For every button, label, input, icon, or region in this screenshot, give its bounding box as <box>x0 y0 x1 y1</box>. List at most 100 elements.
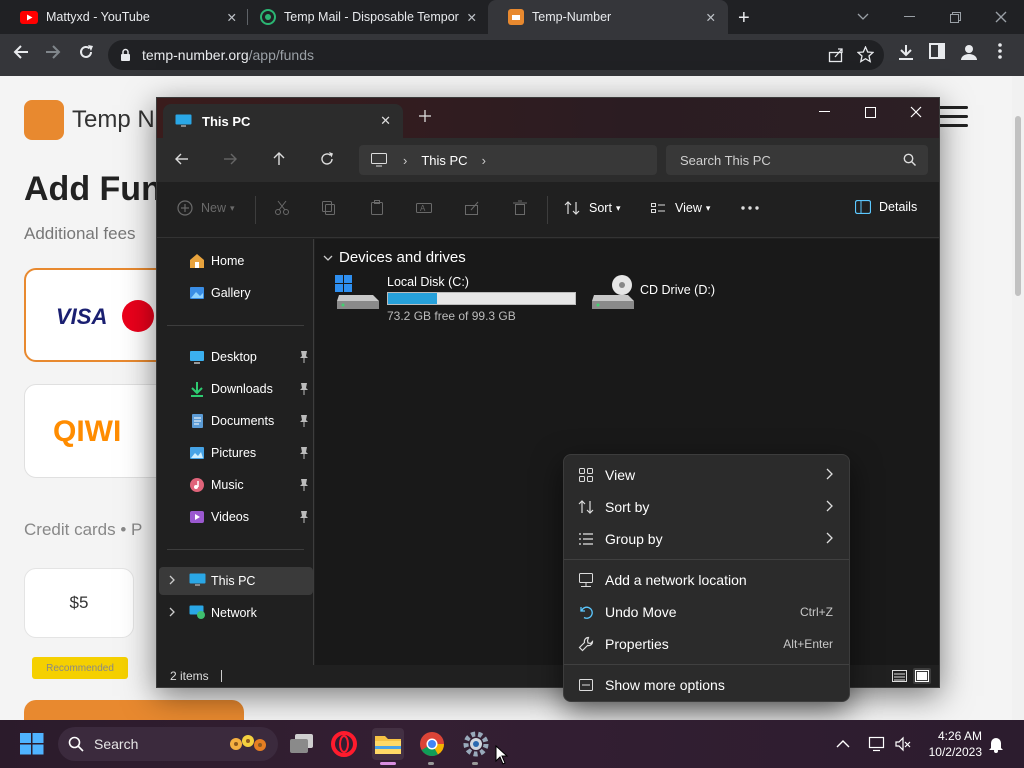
refresh-icon[interactable] <box>320 152 334 166</box>
grid-icon <box>578 467 594 483</box>
more-options-icon[interactable] <box>741 206 759 210</box>
close-icon[interactable] <box>893 98 939 126</box>
file-explorer-icon[interactable] <box>372 728 404 760</box>
payment-card-qiwi[interactable]: QIWI <box>24 384 174 478</box>
sidebar-item-pictures[interactable]: Pictures <box>167 439 313 467</box>
chevron-down-icon[interactable] <box>323 254 333 262</box>
sidebar-item-downloads[interactable]: Downloads <box>167 375 313 403</box>
settings-gear-icon[interactable] <box>460 728 492 760</box>
pin-icon[interactable] <box>299 351 309 363</box>
new-tab-icon[interactable] <box>419 110 431 122</box>
menu-item-sort-by[interactable]: Sort by <box>568 491 845 523</box>
explorer-address-bar[interactable]: › This PC › <box>359 145 657 175</box>
tiles-view-icon[interactable] <box>913 668 931 684</box>
restore-icon[interactable] <box>932 0 978 34</box>
cut-icon[interactable] <box>274 200 290 216</box>
chevron-right-icon[interactable] <box>168 575 176 585</box>
sidebar-item-documents[interactable]: Documents <box>167 407 313 435</box>
volume-muted-icon[interactable] <box>894 720 912 768</box>
forward-icon[interactable] <box>44 43 62 61</box>
chrome-icon[interactable] <box>416 728 448 760</box>
pin-icon[interactable] <box>299 447 309 459</box>
maximize-icon[interactable] <box>847 98 893 126</box>
back-icon[interactable] <box>175 152 189 166</box>
profile-icon[interactable] <box>960 43 978 61</box>
network-status-icon[interactable] <box>868 720 886 768</box>
side-panel-icon[interactable] <box>929 43 945 59</box>
close-tab-icon[interactable]: ✕ <box>380 113 391 129</box>
show-hidden-icons-icon[interactable] <box>836 720 850 768</box>
pin-icon[interactable] <box>299 479 309 491</box>
breadcrumb-this-pc[interactable]: This PC <box>421 153 467 168</box>
back-icon[interactable] <box>12 43 30 61</box>
new-tab-icon[interactable]: + <box>738 7 750 30</box>
up-icon[interactable] <box>272 152 286 166</box>
details-view-icon[interactable] <box>891 668 909 684</box>
payment-card-visa[interactable]: VISA <box>24 268 174 362</box>
explorer-tab[interactable]: This PC ✕ <box>163 104 403 138</box>
drive-d[interactable]: CD Drive (D:) <box>590 275 715 311</box>
bookmark-star-icon[interactable] <box>857 46 874 63</box>
menu-item-properties[interactable]: Properties Alt+Enter <box>568 628 845 660</box>
chevron-right-icon[interactable]: › <box>482 153 486 168</box>
forward-icon[interactable] <box>223 152 237 166</box>
delete-icon[interactable] <box>512 200 528 216</box>
sidebar-item-network[interactable]: Network <box>159 599 313 627</box>
menu-kebab-icon[interactable] <box>998 43 1002 59</box>
sidebar-item-desktop[interactable]: Desktop <box>167 343 313 371</box>
sidebar-item-this-pc[interactable]: This PC <box>159 567 313 595</box>
task-view-icon[interactable] <box>286 728 318 760</box>
menu-item-show-more-options[interactable]: Show more options <box>568 669 845 701</box>
download-icon[interactable] <box>897 43 915 61</box>
sidebar-item-gallery[interactable]: Gallery <box>167 279 313 307</box>
tab-youtube[interactable]: Mattyxd - YouTube ✕ <box>0 0 245 34</box>
notification-bell-icon[interactable] <box>988 720 1004 768</box>
menu-item-group-by[interactable]: Group by <box>568 523 845 555</box>
close-window-icon[interactable] <box>978 0 1024 34</box>
site-logo[interactable] <box>24 100 64 140</box>
menu-item-add-network-location[interactable]: Add a network location <box>568 564 845 596</box>
rename-icon[interactable]: A <box>416 200 432 216</box>
clock[interactable]: 4:26 AM 10/2/2023 <box>914 728 982 760</box>
sidebar-item-videos[interactable]: Videos <box>167 503 313 531</box>
sidebar-item-music[interactable]: Music <box>167 471 313 499</box>
pin-icon[interactable] <box>299 415 309 427</box>
pay-button[interactable] <box>24 700 244 720</box>
chevron-right-icon[interactable] <box>168 607 176 617</box>
copy-icon[interactable] <box>321 200 337 216</box>
close-icon[interactable]: ✕ <box>467 10 477 25</box>
paste-icon[interactable] <box>369 200 385 216</box>
view-button[interactable]: View ▾ <box>650 200 710 216</box>
page-scrollbar[interactable] <box>1012 76 1024 720</box>
minimize-icon[interactable] <box>801 98 847 126</box>
new-button[interactable]: New ▾ <box>177 200 235 216</box>
share-icon[interactable] <box>828 47 844 63</box>
sort-button[interactable]: Sort ▾ <box>564 200 620 216</box>
navigation-pane: Home Gallery Desktop Downloads Documents… <box>157 239 314 665</box>
tab-tempnumber[interactable]: Temp-Number ✕ <box>488 0 728 34</box>
undo-icon <box>578 604 594 620</box>
sidebar-item-home[interactable]: Home <box>167 247 313 275</box>
pin-icon[interactable] <box>299 383 309 395</box>
explorer-search-input[interactable]: Search This PC <box>666 145 928 175</box>
minimize-icon[interactable] <box>886 0 932 34</box>
menu-item-undo-move[interactable]: Undo Move Ctrl+Z <box>568 596 845 628</box>
start-windows-icon[interactable] <box>20 733 44 755</box>
group-header-devices[interactable]: Devices and drives <box>323 249 466 266</box>
address-bar[interactable]: temp-number.org/app/funds <box>108 40 884 70</box>
opera-icon[interactable] <box>328 728 360 760</box>
details-button[interactable]: Details <box>855 200 917 214</box>
tab-search-icon[interactable] <box>840 0 886 34</box>
hamburger-menu-icon[interactable] <box>938 106 968 128</box>
tab-tempmail[interactable]: Temp Mail - Disposable Tempora ✕ <box>240 0 485 34</box>
reload-icon[interactable] <box>77 43 95 61</box>
close-icon[interactable]: ✕ <box>706 10 716 25</box>
pin-icon[interactable] <box>299 511 309 523</box>
share-icon[interactable] <box>464 200 480 216</box>
taskbar-search[interactable]: Search <box>58 727 278 761</box>
drive-c[interactable]: Local Disk (C:) 73.2 GB free of 99.3 GB <box>335 275 576 323</box>
explorer-navbar: › This PC › Search This PC <box>157 138 939 182</box>
menu-item-view[interactable]: View <box>568 459 845 491</box>
close-icon[interactable]: ✕ <box>227 10 237 25</box>
amount-option[interactable]: $5 <box>24 568 134 638</box>
